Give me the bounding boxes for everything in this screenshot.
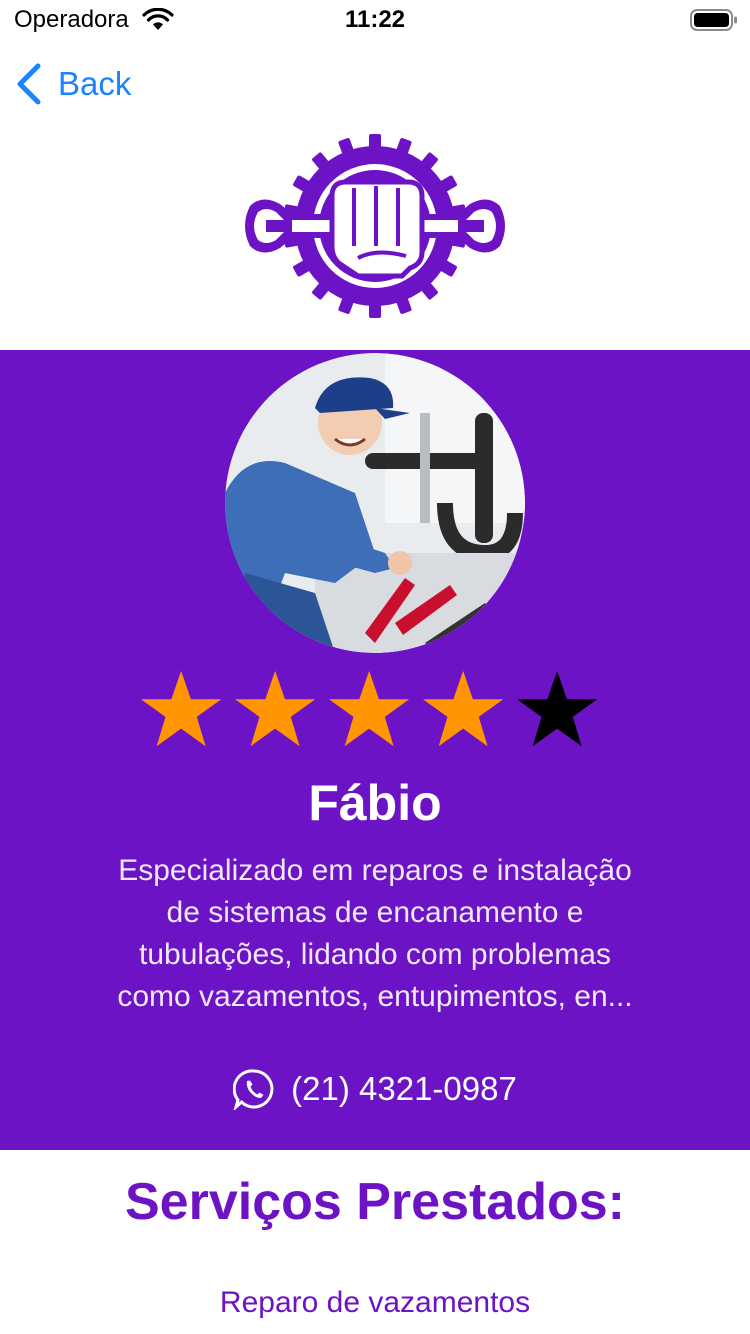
profile-card: Fábio Especializado em reparos e instala… xyxy=(0,350,750,1150)
description-line: Especializado em reparos e instalação xyxy=(118,854,632,887)
chevron-left-icon xyxy=(17,63,41,105)
description-line: como vazamentos, entupimentos, en... xyxy=(117,980,633,1013)
whatsapp-icon xyxy=(233,1069,274,1110)
back-label: Back xyxy=(58,65,132,102)
star-filled-icon xyxy=(140,670,222,747)
star-empty-icon xyxy=(516,670,598,747)
services-title: Serviços Prestados: xyxy=(124,1173,626,1231)
phone-number: (21) 4321-0987 xyxy=(291,1070,517,1107)
whatsapp-contact[interactable]: (21) 4321-0987 xyxy=(0,1068,750,1110)
star-filled-icon xyxy=(422,670,504,747)
provider-name: Fábio xyxy=(308,775,442,831)
status-time: 11:22 xyxy=(344,6,406,33)
back-button[interactable]: Back xyxy=(14,58,131,110)
description-line: tubulações, lidando com problemas xyxy=(139,938,611,971)
star-filled-icon xyxy=(234,670,316,747)
fist-icon xyxy=(329,179,425,279)
provider-description: Especializado em reparos e instalação de… xyxy=(85,850,665,1018)
rating-stars xyxy=(140,666,610,752)
service-item: Reparo de vazamentos xyxy=(219,1286,531,1319)
star-filled-icon xyxy=(328,670,410,747)
battery-icon xyxy=(690,9,737,31)
avatar xyxy=(225,353,525,653)
screen: Operadora 11:22 Back Fábio Especializado… xyxy=(0,0,750,1334)
status-bar: Operadora 11:22 xyxy=(0,0,750,40)
description-line: de sistemas de encanamento e xyxy=(166,896,584,929)
logo-gear-wrench-fist xyxy=(245,134,505,318)
